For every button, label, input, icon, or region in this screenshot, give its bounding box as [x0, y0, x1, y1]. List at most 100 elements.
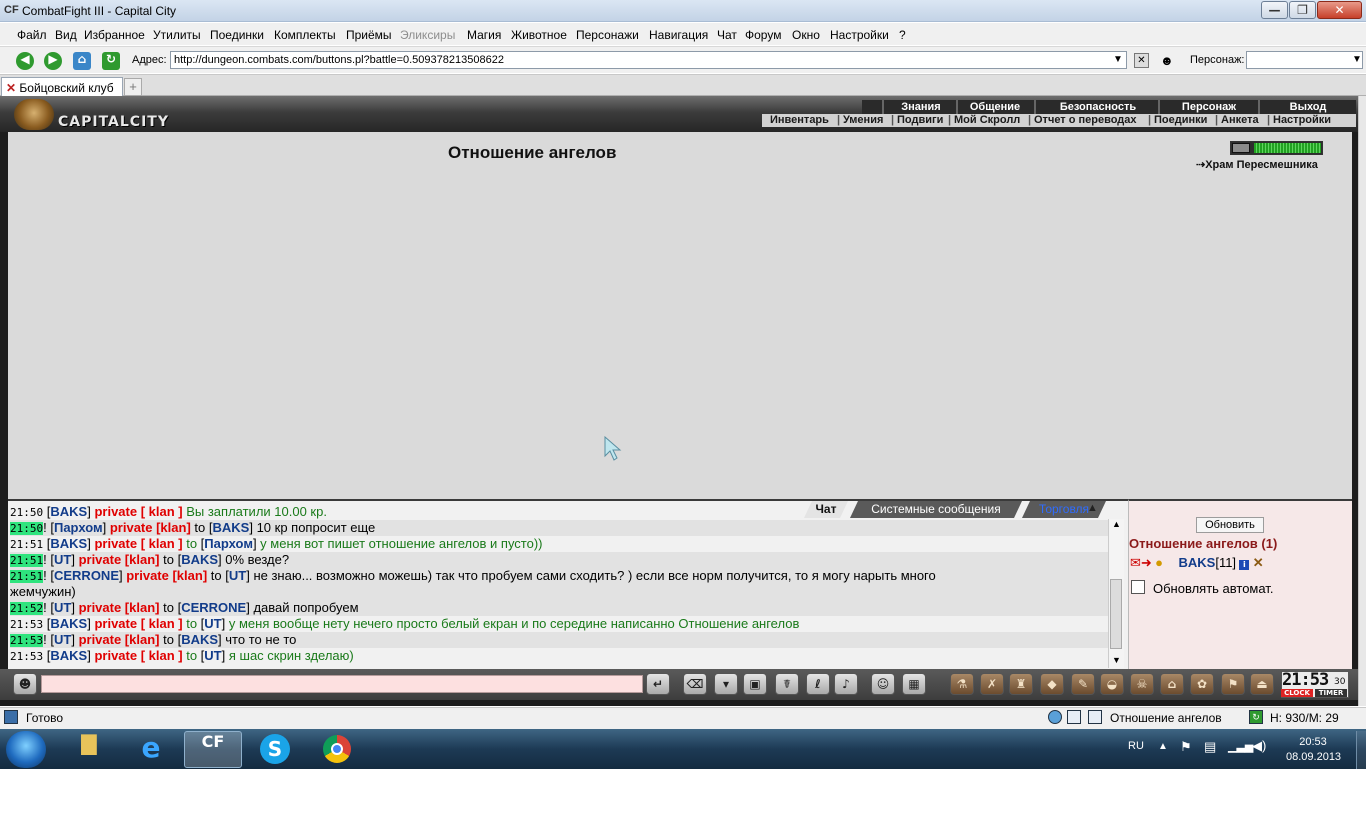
timer-label[interactable]: TIMER	[1315, 689, 1347, 697]
run-icon[interactable]: ☤	[775, 673, 799, 695]
chat-recipient[interactable]: Пархом	[204, 536, 253, 551]
chat-private-tag[interactable]: private [klan]	[110, 520, 191, 535]
sound-icon[interactable]: ♪	[834, 673, 858, 695]
exit-icon[interactable]: ⏏	[1250, 673, 1274, 695]
stop-icon[interactable]: ✕	[1134, 53, 1149, 68]
auto-refresh-checkbox[interactable]	[1131, 580, 1145, 594]
menu-item-15[interactable]: Настройки	[830, 28, 889, 42]
ie-icon[interactable]: e	[122, 731, 180, 768]
menu-item-10[interactable]: Персонажи	[576, 28, 639, 42]
chat-sender[interactable]: CERRONE	[54, 568, 119, 583]
enter-icon[interactable]: ↵	[646, 673, 670, 695]
filter-icon[interactable]: ▾	[714, 673, 738, 695]
people-icon[interactable]: ☻	[1160, 53, 1178, 68]
flag-icon[interactable]: ⚑	[1221, 673, 1245, 695]
character-dropdown-icon[interactable]: ▼	[1352, 54, 1362, 65]
refresh-button[interactable]: Обновить	[1196, 517, 1264, 533]
menu-item-16[interactable]: ?	[899, 28, 906, 42]
menu-item-4[interactable]: Поединки	[210, 28, 264, 42]
chat-sender[interactable]: BAKS	[50, 504, 87, 519]
close-button[interactable]: ✕	[1317, 1, 1362, 19]
smile-icon[interactable]: ☺	[871, 673, 895, 695]
bag-icon[interactable]: ♜	[1009, 673, 1033, 695]
chat-recipient[interactable]: UT	[229, 568, 246, 583]
forward-icon[interactable]: ▶	[44, 52, 62, 70]
paw-icon[interactable]: ✿	[1190, 673, 1214, 695]
chat-recipient[interactable]: BAKS	[212, 520, 249, 535]
window-titlebar[interactable]	[0, 0, 1366, 22]
top-tab-4[interactable]: Выход	[1258, 100, 1356, 114]
menu-item-8[interactable]: Магия	[467, 28, 501, 42]
menu-item-0[interactable]: Файл	[17, 28, 47, 42]
save-icon[interactable]: ▣	[743, 673, 767, 695]
chat-private-tag[interactable]: private [ klan ]	[94, 504, 182, 519]
tray-network-icon[interactable]: ▁▃▅	[1228, 740, 1253, 753]
chat-tab-arrow-icon[interactable]: ▲	[1087, 502, 1098, 514]
tab-fight-club[interactable]: ✕ Бойцовский клуб	[1, 77, 123, 97]
window-scrollbar[interactable]	[1358, 96, 1366, 706]
start-button[interactable]	[6, 731, 46, 768]
chat-tab-1[interactable]: Системные сообщения	[850, 501, 1022, 518]
back-icon[interactable]: ◀	[16, 52, 34, 70]
status-frame-icon[interactable]	[1088, 710, 1102, 724]
top-tab-2[interactable]: Безопасность	[1034, 100, 1160, 114]
chat-recipient[interactable]: BAKS	[181, 552, 218, 567]
address-dropdown-icon[interactable]: ▼	[1113, 54, 1123, 65]
character-select[interactable]	[1246, 51, 1363, 69]
tray-expand-icon[interactable]: ▲	[1158, 741, 1168, 752]
sub-tab-3[interactable]: Мой Скролл	[954, 114, 1020, 127]
info-icon[interactable]: i	[1239, 560, 1250, 570]
scroll-down-icon[interactable]: ▼	[1112, 655, 1121, 665]
new-tab-button[interactable]: +	[124, 78, 142, 96]
sub-tab-1[interactable]: Умения	[843, 114, 883, 127]
sub-tab-4[interactable]: Отчет о переводах	[1034, 114, 1137, 127]
combatfight-taskbar-icon[interactable]: CF	[184, 731, 242, 768]
scroll-up-icon[interactable]: ▲	[1112, 519, 1121, 529]
chat-recipient[interactable]: CERRONE	[181, 600, 246, 615]
clock-label[interactable]: CLOCK	[1281, 689, 1313, 697]
chat-speaker-icon[interactable]: ☻	[13, 673, 37, 695]
maximize-button[interactable]: ❐	[1289, 1, 1316, 19]
chat-scroll-thumb[interactable]	[1110, 579, 1122, 649]
menu-item-6[interactable]: Приёмы	[346, 28, 392, 42]
chat-sender[interactable]: UT	[54, 632, 71, 647]
potion-icon[interactable]: ⚗	[950, 673, 974, 695]
chat-private-tag[interactable]: private [ klan ]	[94, 536, 182, 551]
chat-sender[interactable]: BAKS	[50, 616, 87, 631]
chat-scrollbar[interactable]: ▲ ▼	[1108, 519, 1124, 668]
house-icon[interactable]: ⌂	[1160, 673, 1184, 695]
chat-sender[interactable]: UT	[54, 600, 71, 615]
status-clock-icon[interactable]	[1048, 710, 1062, 724]
chat-recipient[interactable]: UT	[204, 616, 221, 631]
chat-private-tag[interactable]: private [klan]	[79, 600, 160, 615]
sub-tab-2[interactable]: Подвиги	[897, 114, 943, 127]
translit-icon[interactable]: ℓ	[806, 673, 830, 695]
chat-recipient[interactable]: UT	[204, 648, 221, 663]
chat-sender[interactable]: UT	[54, 552, 71, 567]
clear-icon[interactable]: ⌫	[683, 673, 707, 695]
language-indicator[interactable]: RU	[1128, 740, 1144, 752]
address-input[interactable]: http://dungeon.combats.com/buttons.pl?ba…	[170, 51, 1127, 69]
status-doc-icon[interactable]	[1067, 710, 1081, 724]
chat-private-tag[interactable]: private [klan]	[79, 552, 160, 567]
sub-tab-5[interactable]: Поединки	[1154, 114, 1207, 127]
chat-input[interactable]	[41, 675, 643, 693]
refresh-icon[interactable]: ↻	[102, 52, 120, 70]
menu-item-1[interactable]: Вид	[55, 28, 77, 42]
battle-icon[interactable]: ✕	[1253, 555, 1264, 570]
sub-tab-6[interactable]: Анкета	[1221, 114, 1259, 127]
temple-link[interactable]: ⇢Храм Пересмешника	[1196, 158, 1318, 171]
show-desktop-button[interactable]	[1356, 731, 1366, 769]
menu-item-12[interactable]: Чат	[717, 28, 737, 42]
chat-private-tag[interactable]: private [klan]	[126, 568, 207, 583]
top-tab-0[interactable]: Знания	[882, 100, 958, 114]
chat-private-tag[interactable]: private [ klan ]	[94, 648, 182, 663]
menu-item-2[interactable]: Избранное	[84, 28, 145, 42]
chat-recipient[interactable]: BAKS	[181, 632, 218, 647]
menu-item-14[interactable]: Окно	[792, 28, 820, 42]
chat-sender[interactable]: BAKS	[50, 536, 87, 551]
skype-icon[interactable]: S	[246, 731, 304, 768]
chat-private-tag[interactable]: private [ klan ]	[94, 616, 182, 631]
tab-close-icon[interactable]: ✕	[6, 81, 19, 95]
menu-item-11[interactable]: Навигация	[649, 28, 708, 42]
